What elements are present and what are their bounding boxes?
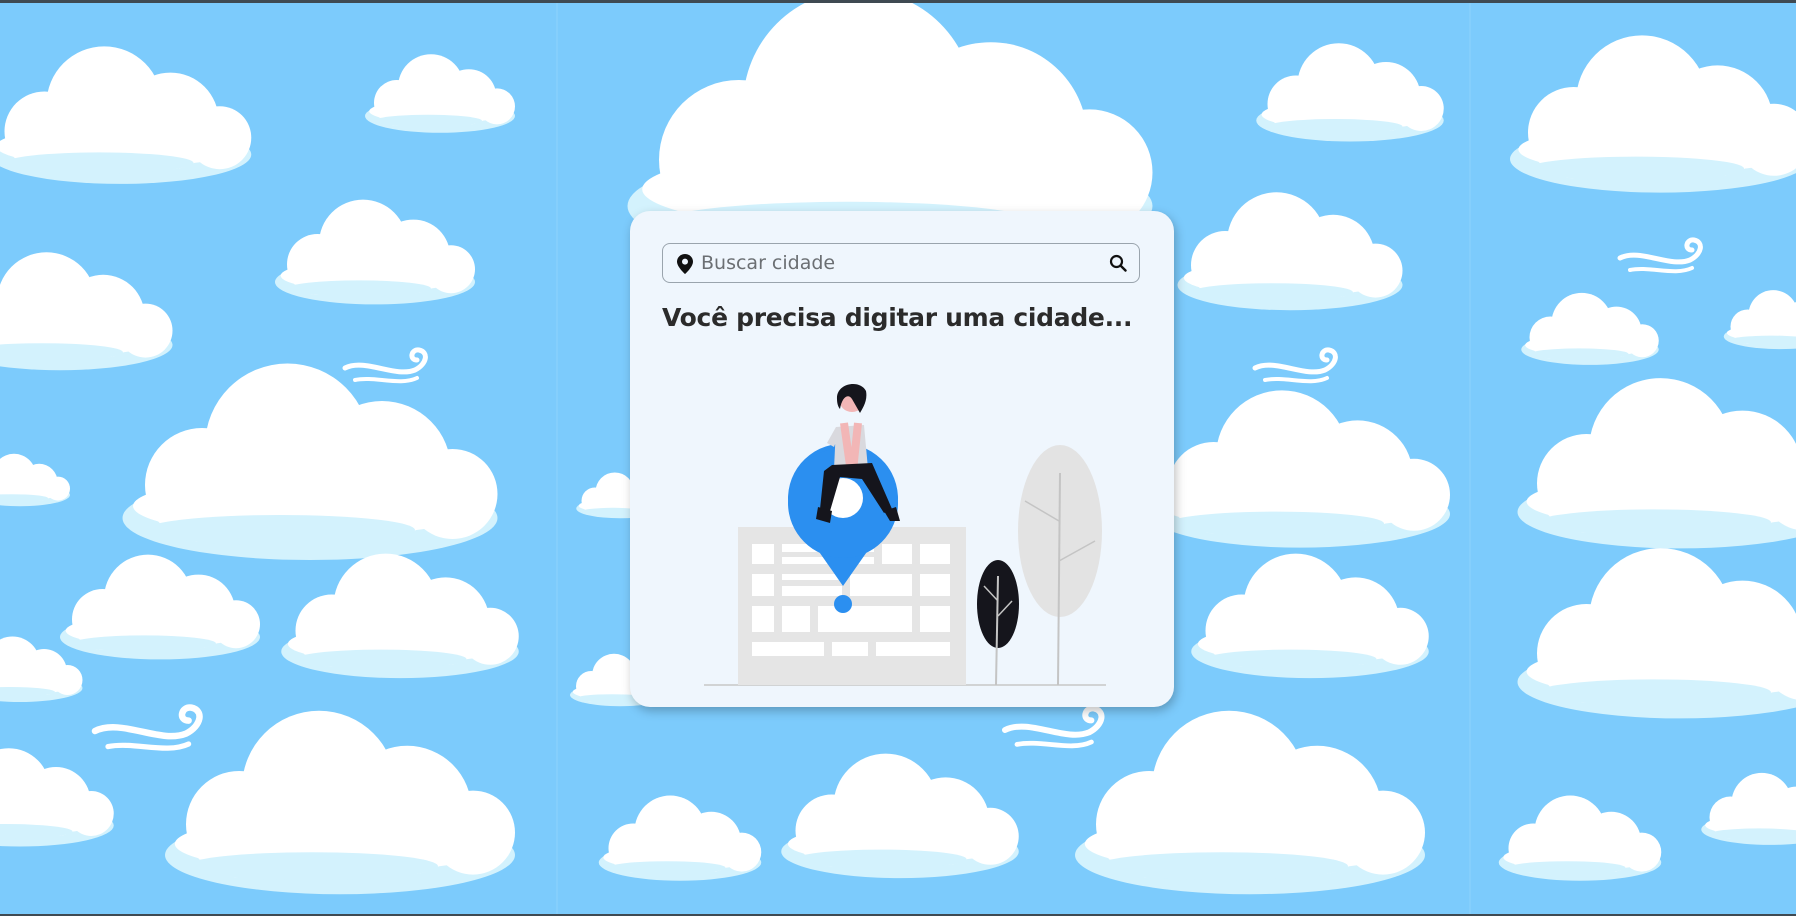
woman-on-location-pin-illustration	[704, 384, 1106, 686]
weather-card: Você precisa digitar uma cidade...	[630, 211, 1174, 707]
empty-city-message: Você precisa digitar uma cidade...	[662, 303, 1133, 332]
map-pin-icon	[677, 254, 693, 278]
city-search-bar	[662, 243, 1140, 283]
search-icon[interactable]	[1109, 254, 1127, 276]
city-search-input[interactable]	[701, 244, 1101, 282]
